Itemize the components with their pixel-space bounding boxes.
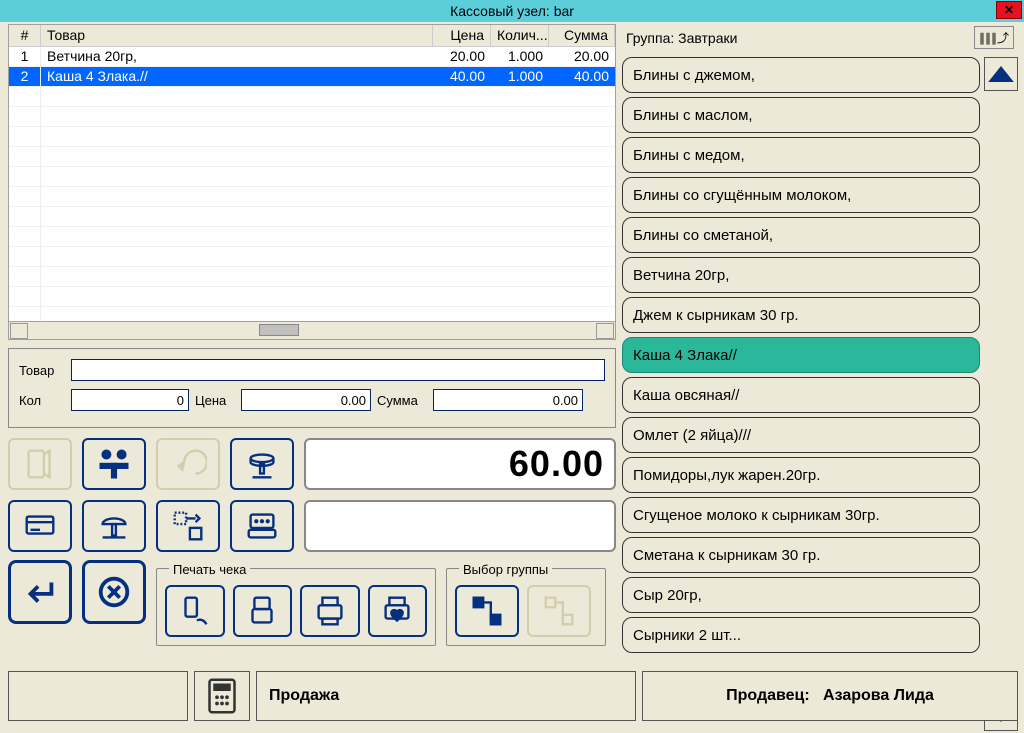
product-button[interactable]: Джем к сырникам 30 гр. bbox=[622, 297, 980, 333]
product-button[interactable]: Блины с маслом, bbox=[622, 97, 980, 133]
close-button[interactable]: ✕ bbox=[996, 1, 1022, 19]
field-sum-label: Сумма bbox=[377, 393, 427, 408]
product-button[interactable]: Каша овсяная// bbox=[622, 377, 980, 413]
mode-status: Продажа bbox=[256, 671, 636, 721]
pay-cash-button[interactable] bbox=[165, 585, 225, 637]
product-button[interactable]: Ветчина 20гр, bbox=[622, 257, 980, 293]
product-button[interactable]: Помидоры,лук жарен.20гр. bbox=[622, 457, 980, 493]
barcode-icon[interactable]: ∥∥∥⤴ bbox=[974, 26, 1014, 49]
print-fiscal-button[interactable] bbox=[300, 585, 360, 637]
fields-panel: Товар Кол Цена Сумма bbox=[8, 348, 616, 428]
product-button[interactable]: Блины со сметаной, bbox=[622, 217, 980, 253]
page-up-button[interactable] bbox=[984, 57, 1018, 91]
select-groupbox: Выбор группы bbox=[446, 568, 606, 646]
card-icon-button[interactable] bbox=[8, 500, 72, 552]
col-name: Товар bbox=[41, 25, 433, 46]
print-heart-button[interactable] bbox=[368, 585, 428, 637]
col-sum: Сумма bbox=[549, 25, 615, 46]
product-button[interactable]: Омлет (2 яйца)/// bbox=[622, 417, 980, 453]
product-button[interactable]: Сыр 20гр, bbox=[622, 577, 980, 613]
select-mode-icon-button[interactable] bbox=[156, 500, 220, 552]
receipt-icon-button[interactable] bbox=[8, 438, 72, 490]
product-button[interactable]: Блины со сгущённым молоком, bbox=[622, 177, 980, 213]
name-field[interactable] bbox=[71, 359, 605, 381]
sum-field[interactable] bbox=[433, 389, 583, 411]
serve-icon-button[interactable] bbox=[82, 500, 146, 552]
cancel-button[interactable] bbox=[82, 560, 146, 624]
product-button[interactable]: Каша 4 Злака// bbox=[622, 337, 980, 373]
field-qty-label: Кол bbox=[19, 393, 65, 408]
field-price-label: Цена bbox=[195, 393, 235, 408]
undo-icon-button[interactable] bbox=[156, 438, 220, 490]
product-button[interactable]: Сгущеное молоко к сырникам 30гр. bbox=[622, 497, 980, 533]
field-name-label: Товар bbox=[19, 363, 65, 378]
col-price: Цена bbox=[433, 25, 491, 46]
price-field[interactable] bbox=[241, 389, 371, 411]
pay-card-button[interactable] bbox=[233, 585, 293, 637]
col-qty: Колич... bbox=[491, 25, 549, 46]
product-list: Блины с джемом, Блины с маслом, Блины с ме… bbox=[622, 57, 980, 731]
horiz-scrollbar[interactable] bbox=[8, 322, 616, 340]
titlebar: Кассовый узел: bar ✕ bbox=[0, 0, 1024, 22]
hierarchy-alt-button[interactable] bbox=[527, 585, 591, 637]
register-icon-button[interactable] bbox=[230, 500, 294, 552]
table-icon-button[interactable] bbox=[82, 438, 146, 490]
seller-status: Продавец: Азарова Лида bbox=[642, 671, 1018, 721]
status-blank bbox=[8, 671, 188, 721]
product-button[interactable]: Сметана к сырникам 30 гр. bbox=[622, 537, 980, 573]
order-grid[interactable]: # Товар Цена Колич... Сумма 1Ветчина 20г… bbox=[8, 24, 616, 322]
total-display: 60.00 bbox=[304, 438, 616, 490]
calc-icon[interactable] bbox=[194, 671, 250, 721]
product-button[interactable]: Блины с медом, bbox=[622, 137, 980, 173]
hierarchy-button[interactable] bbox=[455, 585, 519, 637]
dish-icon-button[interactable] bbox=[230, 438, 294, 490]
qty-field[interactable] bbox=[71, 389, 189, 411]
group-label: Группа: Завтраки bbox=[626, 30, 737, 46]
order-row[interactable]: 2Каша 4 Злака.//40.001.00040.00 bbox=[9, 67, 615, 87]
payment-display bbox=[304, 500, 616, 552]
product-button[interactable]: Блины с джемом, bbox=[622, 57, 980, 93]
order-row[interactable]: 1Ветчина 20гр,20.001.00020.00 bbox=[9, 47, 615, 67]
enter-button[interactable] bbox=[8, 560, 72, 624]
product-button[interactable]: Сырники 2 шт... bbox=[622, 617, 980, 653]
window-title: Кассовый узел: bar bbox=[450, 3, 574, 19]
col-num: # bbox=[9, 25, 41, 46]
print-groupbox: Печать чека bbox=[156, 568, 436, 646]
